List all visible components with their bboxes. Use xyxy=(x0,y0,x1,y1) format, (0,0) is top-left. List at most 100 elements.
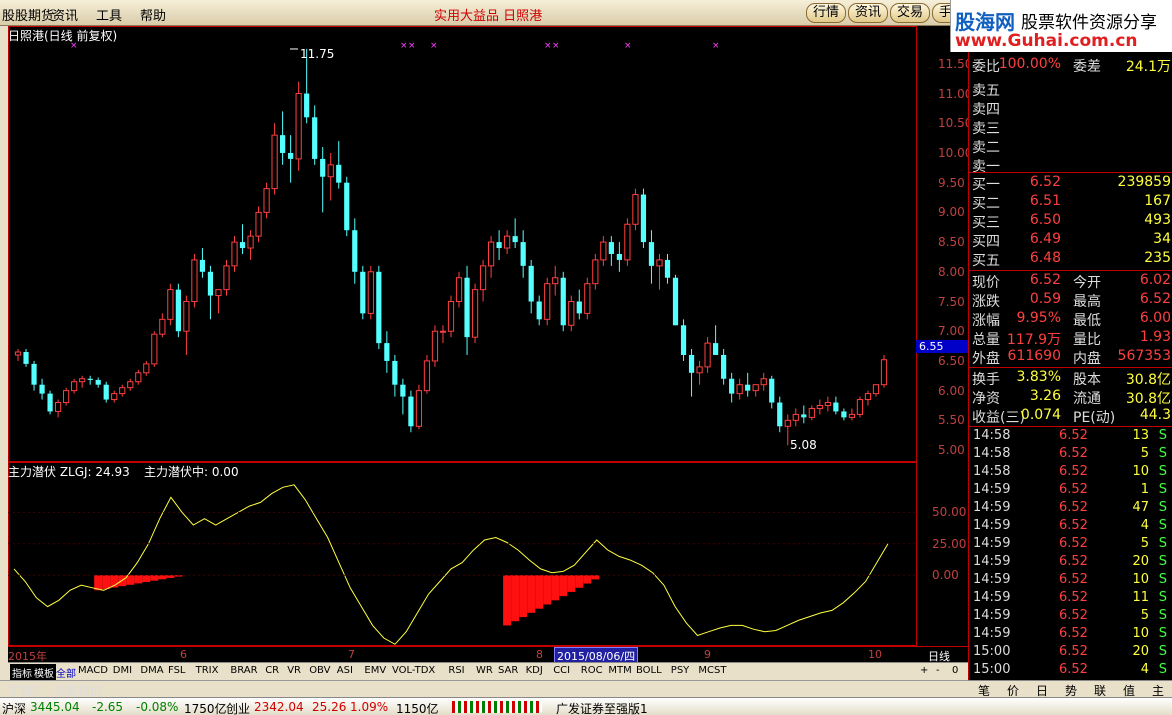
buy-level: 买三 6.50 493 xyxy=(971,212,1171,231)
indicator-tab-[interactable]: 指标 xyxy=(10,664,34,681)
stat-row: 换手 3.83% 股本 30.8亿 xyxy=(971,369,1171,388)
menu-news[interactable]: 资讯 xyxy=(52,5,78,24)
indicator-tab-mtm[interactable]: MTM xyxy=(606,664,633,677)
menu-tools[interactable]: 工具 xyxy=(96,5,122,24)
indicator-tab-kdj[interactable]: KDJ xyxy=(524,664,545,677)
tick-time: 14:59 xyxy=(973,608,1011,623)
high-label: 11.75 xyxy=(300,47,335,61)
indicator-tab-mcst[interactable]: MCST xyxy=(696,664,728,677)
tick-volume: 10 xyxy=(1132,626,1149,641)
indicator-tab-vr[interactable]: VR xyxy=(285,664,303,677)
indicator-tab-[interactable]: 全部 xyxy=(54,664,78,681)
separator xyxy=(969,426,1172,427)
chart-title: 日照港(日线 前复权) xyxy=(8,29,118,43)
indicator-control[interactable]: + xyxy=(918,664,930,677)
tick-price: 6.52 xyxy=(1059,590,1088,605)
indicator-tab-rsi[interactable]: RSI xyxy=(446,664,466,677)
quote-button[interactable]: 行情 xyxy=(806,3,847,23)
candle xyxy=(664,253,671,284)
tick-row: 14:58 6.52 5 S xyxy=(971,446,1171,464)
tick-time: 14:58 xyxy=(973,428,1011,443)
indicator-tab-sar[interactable]: SAR xyxy=(496,664,520,677)
indicator-tab-roc[interactable]: ROC xyxy=(579,664,605,677)
candle xyxy=(576,289,582,320)
stat-value: 9.95% xyxy=(1016,310,1061,326)
indicator-tab-obv[interactable]: OBV xyxy=(307,664,332,677)
tick-side: S xyxy=(1158,536,1167,551)
tick-side: S xyxy=(1158,662,1167,677)
tick-row: 14:59 6.52 11 S xyxy=(971,590,1171,608)
candle xyxy=(415,384,423,430)
cy-value: 2342.04 xyxy=(254,700,304,714)
buy-label: 买四 xyxy=(972,234,1000,250)
tick-side: S xyxy=(1158,572,1167,587)
event-marker: × xyxy=(430,41,438,51)
news-button[interactable]: 资讯 xyxy=(848,3,889,23)
tick-side: S xyxy=(1158,500,1167,515)
sell-level: 卖五 xyxy=(971,80,1171,99)
indicator-tab-asi[interactable]: ASI xyxy=(335,664,355,677)
stat-value: 0.59 xyxy=(1029,291,1061,307)
candle xyxy=(336,141,342,189)
indicator-tab-cr[interactable]: CR xyxy=(263,664,281,677)
separator xyxy=(969,172,1172,173)
indicator-tab-trix[interactable]: TRIX xyxy=(194,664,221,677)
candle xyxy=(721,349,727,385)
stat-label: PE(动) xyxy=(1073,410,1116,426)
candle xyxy=(54,399,62,418)
candle xyxy=(801,405,807,424)
candle xyxy=(544,277,551,326)
candle xyxy=(376,265,382,350)
indicator-tab-emv[interactable]: EMV xyxy=(362,664,388,677)
tick-row: 14:59 6.52 10 S xyxy=(971,572,1171,590)
menu-help[interactable]: 帮助 xyxy=(140,5,166,24)
tick-price: 6.52 xyxy=(1059,608,1088,623)
price-axis-label: 7.00 xyxy=(938,324,965,339)
indicator-control[interactable]: - xyxy=(934,664,942,677)
tick-side: S xyxy=(1158,554,1167,569)
indicator-tab-psy[interactable]: PSY xyxy=(669,664,692,677)
buy-level: 买一 6.52 239859 xyxy=(971,174,1171,193)
kline-chart[interactable]: × × × × × × × × xyxy=(8,26,968,646)
indicator-tab-[interactable]: 模板 xyxy=(32,664,56,681)
cy-change: 25.26 xyxy=(312,700,347,714)
tick-time: 15:00 xyxy=(973,662,1011,677)
indicator-tab-boll[interactable]: BOLL xyxy=(634,664,664,677)
price-axis-label: 5.00 xyxy=(938,443,965,458)
indicator-tab-wr[interactable]: WR xyxy=(474,664,495,677)
candle xyxy=(175,283,181,338)
price-axis-label: 9.00 xyxy=(938,205,965,220)
candle xyxy=(167,283,174,326)
candle xyxy=(792,408,799,427)
stat-label: 外盘 xyxy=(972,351,1000,367)
tick-price: 6.52 xyxy=(1059,626,1088,641)
event-marker: × xyxy=(400,41,408,51)
candle xyxy=(231,236,238,272)
stat-value: 6.52 xyxy=(1029,272,1061,288)
indicator-tab-brar[interactable]: BRAR xyxy=(228,664,259,677)
indicator-tab-dma[interactable]: DMA xyxy=(138,664,165,677)
menu-futures[interactable]: 股股期货 xyxy=(2,5,54,24)
stat-value: 3.26 xyxy=(1029,388,1061,404)
separator xyxy=(969,270,1172,271)
indicator-tab-fsl[interactable]: FSL xyxy=(166,664,188,677)
indicator-tab-cci[interactable]: CCI xyxy=(551,664,572,677)
ratio-row-v: 100.00% xyxy=(998,56,1061,72)
indicator-tab-dmi[interactable]: DMI xyxy=(111,664,134,677)
candle xyxy=(263,182,270,219)
candle xyxy=(479,259,487,302)
indicator-bar xyxy=(503,575,512,626)
brand-url: www.Guhai.com.cn xyxy=(955,31,1138,51)
stat-value: 6.02 xyxy=(1139,272,1171,288)
candle xyxy=(143,360,150,376)
tick-volume: 20 xyxy=(1132,644,1149,659)
sh-change: -2.65 xyxy=(92,700,124,714)
candle xyxy=(223,259,230,296)
indicator-tab-voltdx[interactable]: VOL-TDX xyxy=(390,664,437,677)
indicator-control[interactable]: 0 xyxy=(950,664,960,677)
stat-row: 外盘 611690 内盘 567353 xyxy=(971,348,1171,367)
tick-volume: 4 xyxy=(1140,662,1149,677)
stat-label: 最高 xyxy=(1073,294,1101,310)
trade-button[interactable]: 交易 xyxy=(890,3,931,23)
indicator-tab-macd[interactable]: MACD xyxy=(76,664,110,677)
